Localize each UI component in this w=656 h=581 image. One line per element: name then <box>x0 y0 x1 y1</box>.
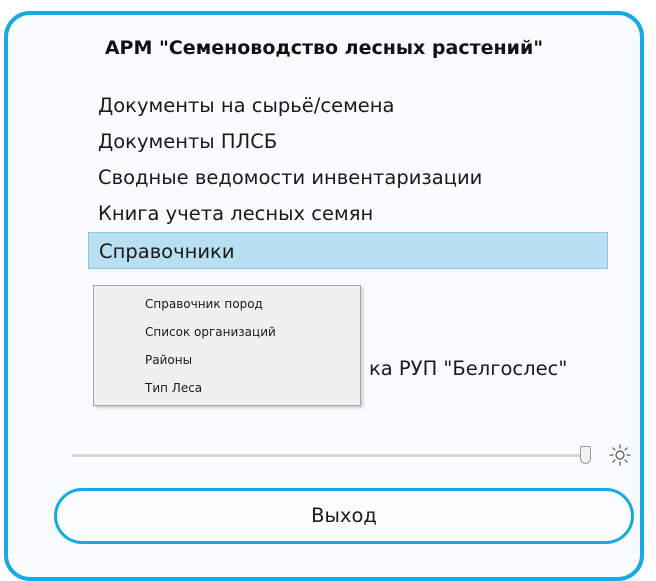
sun-icon <box>609 444 631 466</box>
slider-thumb[interactable] <box>580 446 591 464</box>
references-submenu: Справочник пород Список организаций Райо… <box>93 285 361 406</box>
exit-button[interactable]: Выход <box>54 488 634 544</box>
menu-item-inventory-statements[interactable]: Сводные ведомости инвентаризации <box>88 160 608 196</box>
main-menu: Документы на сырьё/семена Документы ПЛСБ… <box>88 88 608 269</box>
app-title: АРМ "Семеноводство лесных растений" <box>104 37 544 59</box>
brightness-slider[interactable] <box>72 446 602 466</box>
submenu-item-districts[interactable]: Районы <box>94 346 360 374</box>
menu-item-raw-documents[interactable]: Документы на сырьё/семена <box>88 88 608 124</box>
submenu-item-forest-type[interactable]: Тип Леса <box>94 374 360 402</box>
menu-item-seed-book[interactable]: Книга учета лесных семян <box>88 196 608 232</box>
submenu-item-organizations[interactable]: Список организаций <box>94 318 360 346</box>
menu-item-support-partial[interactable]: ка РУП "Белгослес" <box>369 357 567 380</box>
submenu-item-species[interactable]: Справочник пород <box>94 290 360 318</box>
menu-item-references[interactable]: Справочники <box>88 232 608 269</box>
menu-item-plsb-documents[interactable]: Документы ПЛСБ <box>88 124 608 160</box>
slider-track[interactable] <box>72 454 586 457</box>
